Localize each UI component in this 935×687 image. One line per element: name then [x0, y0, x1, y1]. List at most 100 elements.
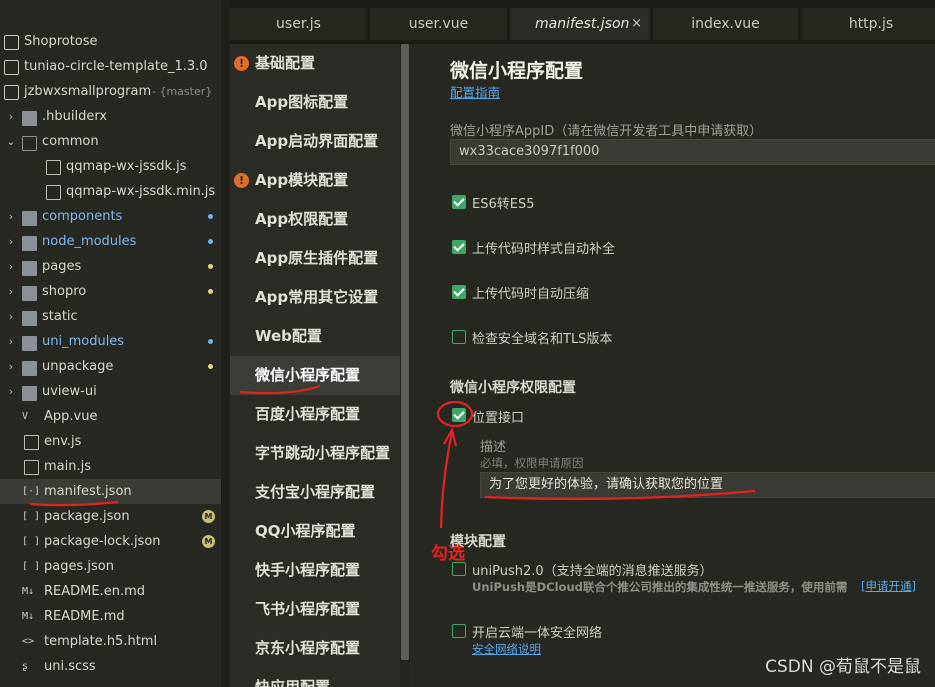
- tab-user-vue[interactable]: user.vue: [370, 8, 507, 40]
- tree-item[interactable]: [ ] package-lock.json M: [0, 529, 221, 554]
- tree-item-label: README.en.md: [44, 584, 145, 599]
- nav-item[interactable]: App常用其它设置: [230, 278, 400, 317]
- chevron-right-icon[interactable]: ›: [6, 329, 16, 354]
- permission-section-title: 微信小程序权限配置: [450, 380, 576, 396]
- tree-item-label: unpackage: [42, 359, 114, 374]
- nav-item[interactable]: 快应用配置: [230, 668, 400, 687]
- tree-item[interactable]: › node_modules: [0, 229, 221, 254]
- unipush-apply-link[interactable]: [申请开通]: [861, 578, 916, 594]
- appid-input[interactable]: wx33cace3097f1f000: [450, 139, 935, 165]
- annotation-text: 勾选: [431, 544, 465, 564]
- es6-to-es5-label: ES6转ES5: [472, 197, 535, 212]
- tree-item[interactable]: V App.vue: [0, 404, 221, 429]
- tree-item[interactable]: jzbwxsmallprogram - {master}: [0, 79, 221, 104]
- tree-item-label: common: [42, 134, 99, 149]
- style-autocomplete-checkbox[interactable]: [452, 240, 466, 254]
- chevron-right-icon[interactable]: ›: [6, 379, 16, 404]
- nav-item-label: 飞书小程序配置: [255, 600, 361, 618]
- nav-item[interactable]: 微信小程序配置: [230, 356, 400, 395]
- chevron-right-icon[interactable]: ›: [6, 304, 16, 329]
- location-label: 位置接口: [472, 411, 525, 426]
- modified-dot: [208, 239, 213, 244]
- tab-user-js[interactable]: user.js: [230, 8, 367, 40]
- nav-item[interactable]: 飞书小程序配置: [230, 590, 400, 629]
- nav-item[interactable]: ! 基础配置: [230, 44, 400, 83]
- tree-item[interactable]: M↓ README.md: [0, 604, 221, 629]
- nav-item[interactable]: Web配置: [230, 317, 400, 356]
- style-autocomplete-label: 上传代码时样式自动补全: [472, 242, 616, 257]
- explorer-scrollbar[interactable]: [221, 0, 230, 687]
- chevron-right-icon[interactable]: ›: [6, 354, 16, 379]
- tree-item-label: .hbuilderx: [42, 109, 108, 124]
- tree-item[interactable]: [ ] pages.json: [0, 554, 221, 579]
- tree-item[interactable]: [·] manifest.json: [0, 479, 221, 504]
- es6-to-es5-checkbox[interactable]: [452, 195, 466, 209]
- modified-dot: [208, 214, 213, 219]
- tree-item[interactable]: › unpackage: [0, 354, 221, 379]
- chevron-right-icon[interactable]: ›: [6, 279, 16, 304]
- file-type-icon: [ ]: [22, 536, 41, 547]
- description-input[interactable]: 为了您更好的体验，请确认获取您的位置: [480, 472, 935, 498]
- auto-compress-checkbox[interactable]: [452, 285, 466, 299]
- nav-item[interactable]: 字节跳动小程序配置: [230, 434, 400, 473]
- tree-item[interactable]: tuniao-circle-template_1.3.0: [0, 54, 221, 79]
- nav-item[interactable]: App权限配置: [230, 200, 400, 239]
- project-explorer: Shoprotose tuniao-circle-template_1.3.0 jz…: [0, 0, 221, 687]
- chevron-right-icon[interactable]: ›: [6, 104, 16, 129]
- tab-http-js[interactable]: http.js: [801, 8, 935, 40]
- modified-dot: [208, 289, 213, 294]
- tree-item[interactable]: Shoprotose: [0, 29, 221, 54]
- tab-label: user.js: [276, 16, 321, 32]
- nav-item[interactable]: ! App模块配置: [230, 161, 400, 200]
- nav-item[interactable]: App图标配置: [230, 83, 400, 122]
- nav-item[interactable]: App启动界面配置: [230, 122, 400, 161]
- tree-item[interactable]: › uni_modules: [0, 329, 221, 354]
- tree-item[interactable]: › uview-ui: [0, 379, 221, 404]
- tree-item[interactable]: › components: [0, 204, 221, 229]
- tree-item[interactable]: [ ] package.json M: [0, 504, 221, 529]
- tree-item[interactable]: qqmap-wx-jssdk.min.js: [0, 179, 221, 204]
- tree-item-label: components: [42, 209, 123, 224]
- nav-item[interactable]: 支付宝小程序配置: [230, 473, 400, 512]
- git-branch-label: - {master}: [152, 85, 213, 98]
- chevron-right-icon[interactable]: ›: [6, 254, 16, 279]
- chevron-down-icon[interactable]: ⌄: [6, 129, 16, 154]
- unipush-checkbox[interactable]: [452, 562, 466, 576]
- nav-item[interactable]: App原生插件配置: [230, 239, 400, 278]
- nav-item[interactable]: 快手小程序配置: [230, 551, 400, 590]
- tree-item[interactable]: M↓ README.en.md: [0, 579, 221, 604]
- chevron-right-icon[interactable]: ›: [6, 229, 16, 254]
- location-checkbox[interactable]: [452, 408, 466, 422]
- tree-item[interactable]: qqmap-wx-jssdk.js: [0, 154, 221, 179]
- tree-item[interactable]: › shopro: [0, 279, 221, 304]
- editor-tab-bar: user.js user.vue manifest.json × index.vu…: [230, 0, 935, 44]
- nav-scrollbar-thumb[interactable]: [401, 44, 409, 660]
- check-domain-tls-label: 检查安全域名和TLS版本: [472, 332, 613, 347]
- description-label: 描述: [480, 440, 507, 455]
- modified-badge: M: [202, 535, 215, 548]
- tab-index-vue[interactable]: index.vue: [653, 8, 798, 40]
- cloud-security-checkbox[interactable]: [452, 624, 466, 638]
- security-network-link[interactable]: 安全网络说明: [472, 641, 541, 657]
- file-type-icon: [ ]: [22, 511, 41, 522]
- nav-item[interactable]: 京东小程序配置: [230, 629, 400, 668]
- tree-item[interactable]: › .hbuilderx: [0, 104, 221, 129]
- tree-item[interactable]: › pages: [0, 254, 221, 279]
- tree-item[interactable]: › static: [0, 304, 221, 329]
- tree-item-label: uni.scss: [44, 659, 96, 674]
- nav-item[interactable]: QQ小程序配置: [230, 512, 400, 551]
- tree-item[interactable]: <> template.h5.html: [0, 629, 221, 654]
- tree-item[interactable]: ⌄ common: [0, 129, 221, 154]
- tree-item[interactable]: main.js: [0, 454, 221, 479]
- page-title: 微信小程序配置: [450, 60, 584, 82]
- project-icon: [4, 85, 19, 100]
- tree-item[interactable]: ʂ uni.scss: [0, 654, 221, 679]
- close-icon[interactable]: ×: [631, 8, 642, 40]
- chevron-right-icon[interactable]: ›: [6, 204, 16, 229]
- modified-dot: [208, 264, 213, 269]
- nav-item[interactable]: 百度小程序配置: [230, 395, 400, 434]
- tab-manifest-json[interactable]: manifest.json ×: [510, 8, 650, 40]
- tree-item[interactable]: env.js: [0, 429, 221, 454]
- config-guide-link[interactable]: 配置指南: [450, 82, 500, 101]
- check-domain-tls-checkbox[interactable]: [452, 330, 466, 344]
